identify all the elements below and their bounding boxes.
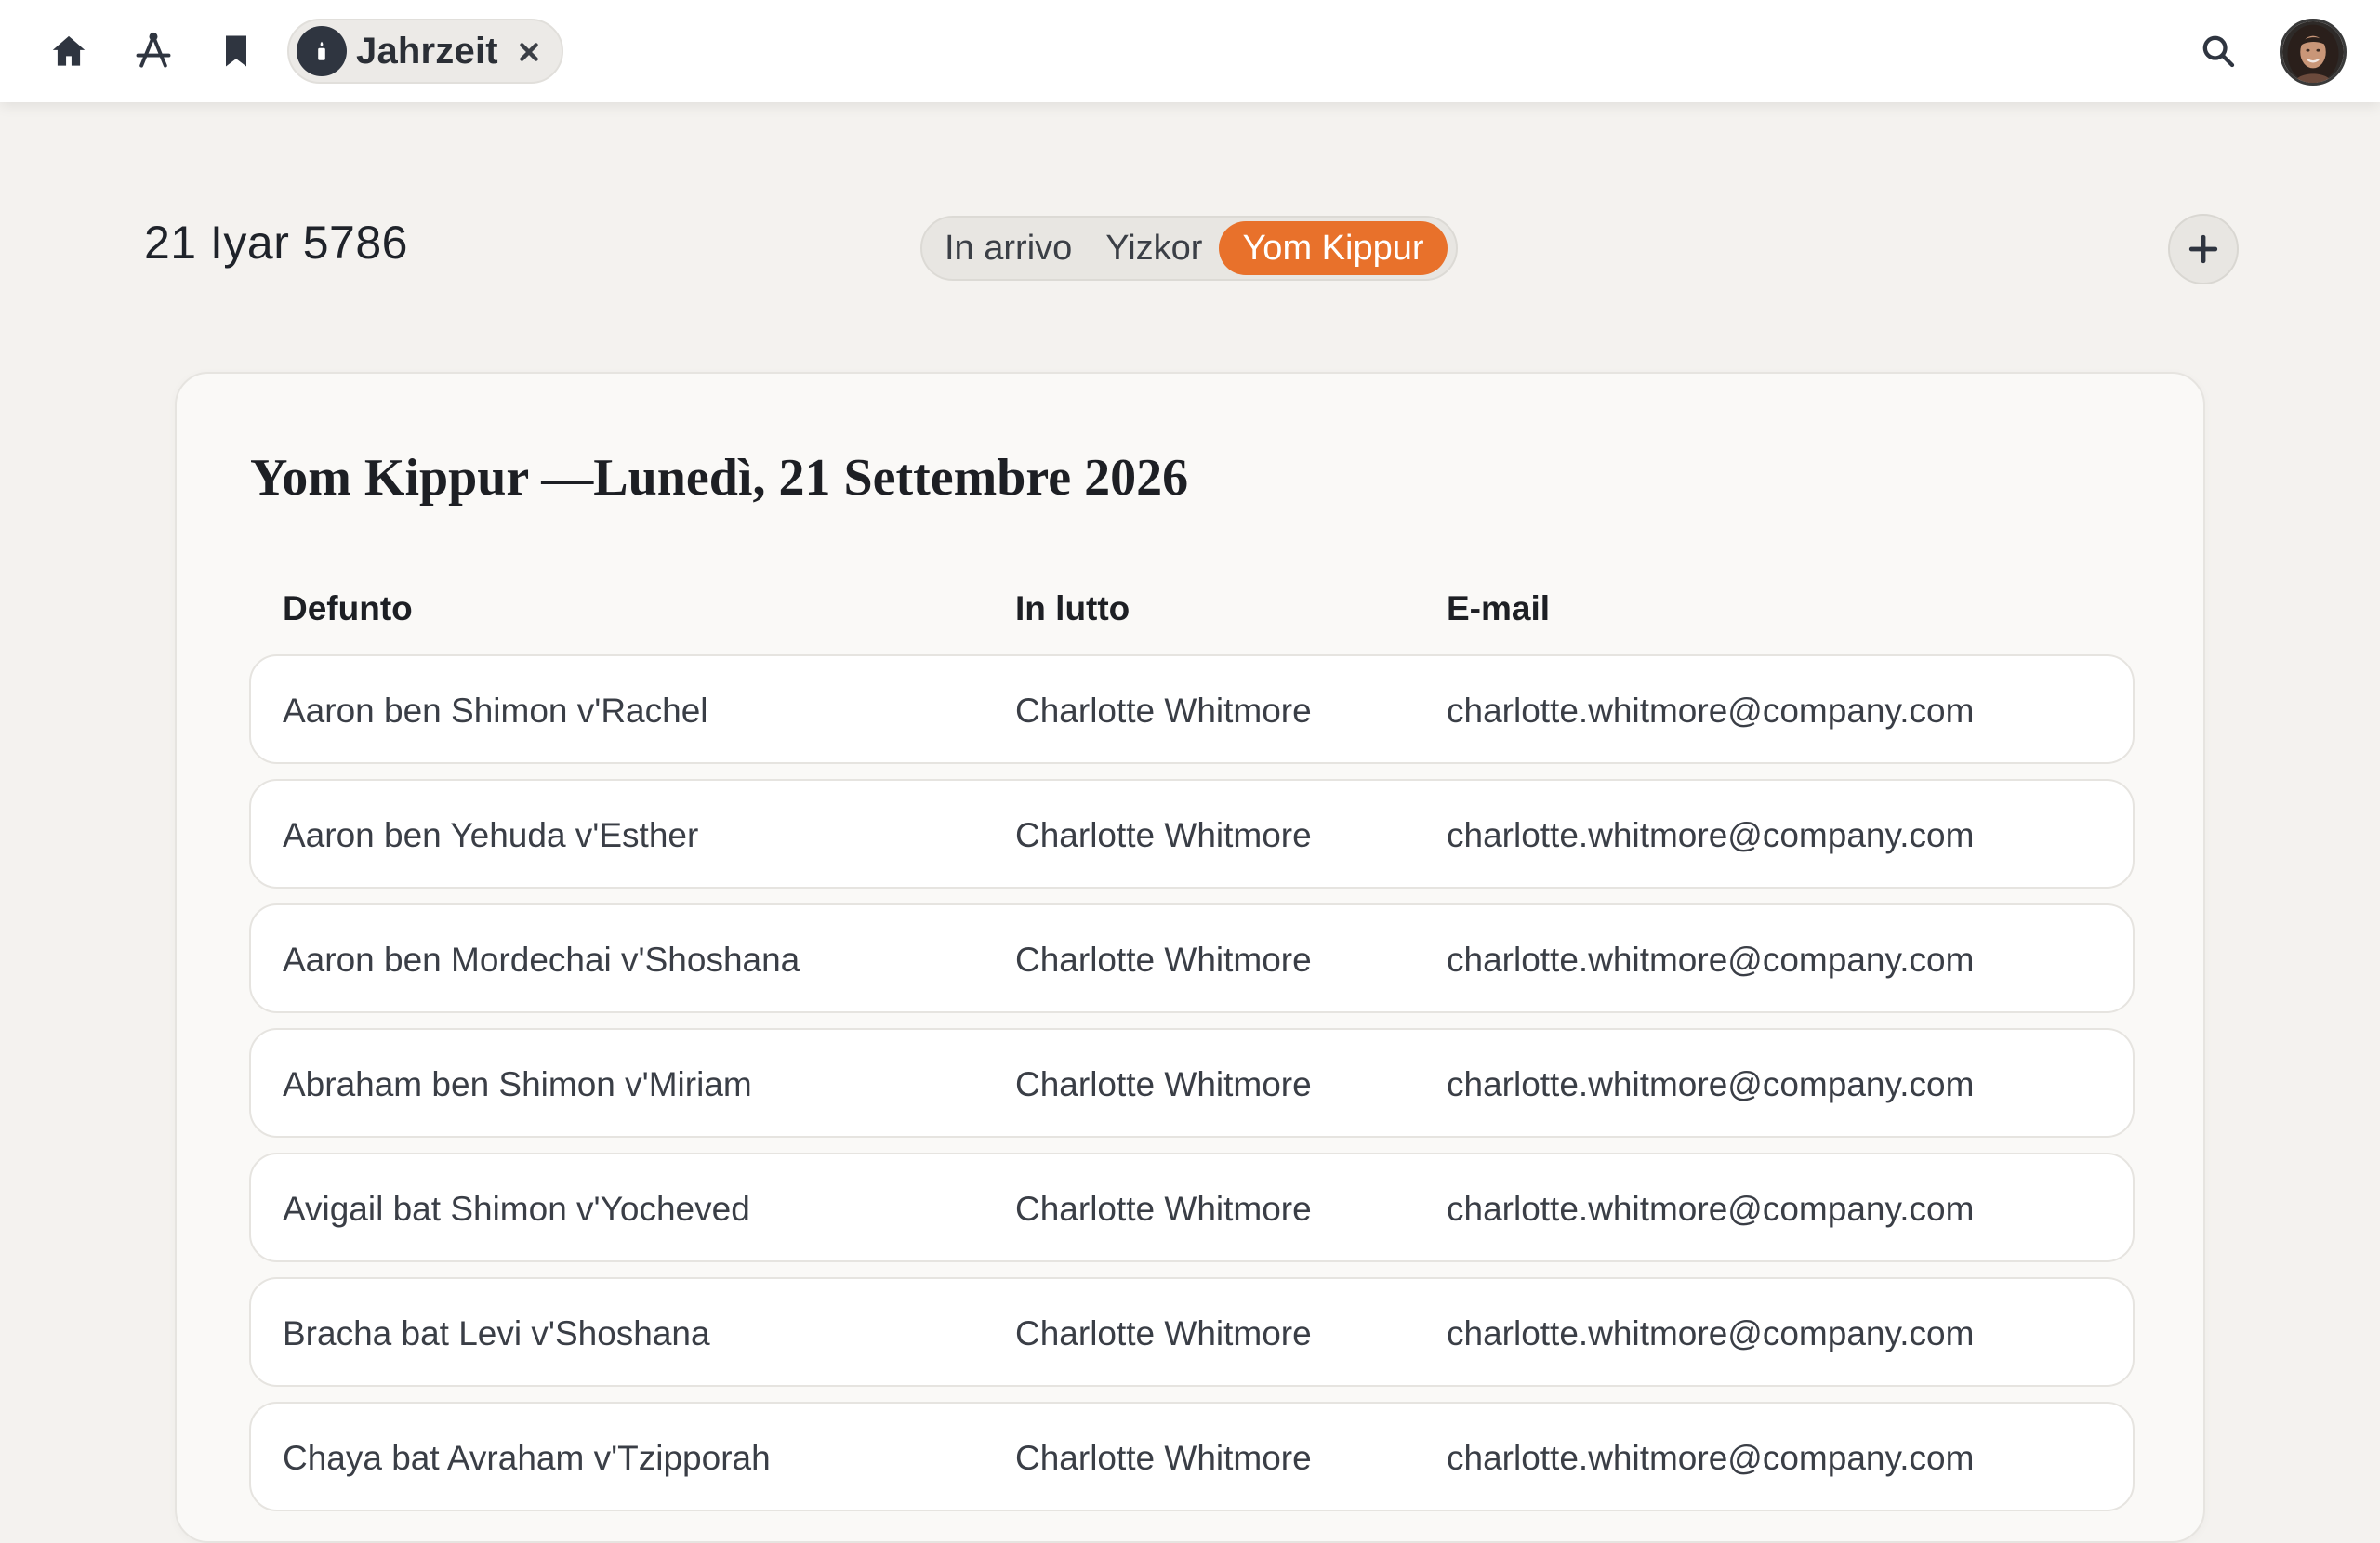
mourner-name: Charlotte Whitmore	[1015, 1190, 1312, 1228]
table-row[interactable]: Aaron ben Shimon v'Rachel Charlotte Whit…	[249, 654, 2135, 764]
mourner-name: Charlotte Whitmore	[1015, 1314, 1312, 1352]
deceased-name: Chaya bat Avraham v'Tzipporah	[283, 1439, 771, 1477]
column-header-in-lutto: In lutto	[1015, 589, 1130, 627]
table-row[interactable]: Avigail bat Shimon v'Yocheved Charlotte …	[249, 1153, 2135, 1262]
close-icon[interactable]	[513, 36, 545, 68]
yahrzeit-list-card: Yom Kippur —Lunedì, 21 Settembre 2026 De…	[175, 372, 2205, 1543]
mourner-name: Charlotte Whitmore	[1015, 692, 1312, 730]
table-row[interactable]: Chaya bat Avraham v'Tzipporah Charlotte …	[249, 1402, 2135, 1511]
top-navigation-bar: Jahrzeit	[0, 0, 2380, 102]
search-icon[interactable]	[2192, 25, 2244, 77]
mourner-email: charlotte.whitmore@company.com	[1447, 692, 1975, 730]
column-header-defunto: Defunto	[283, 589, 413, 627]
mourner-email: charlotte.whitmore@company.com	[1447, 816, 1975, 854]
mourner-email: charlotte.whitmore@company.com	[1447, 941, 1975, 979]
deceased-name: Avigail bat Shimon v'Yocheved	[283, 1190, 750, 1228]
add-button[interactable]	[2168, 214, 2239, 284]
plus-icon	[2188, 234, 2218, 264]
home-icon[interactable]	[43, 25, 95, 77]
table-row[interactable]: Aaron ben Mordechai v'Shoshana Charlotte…	[249, 903, 2135, 1013]
card-title: Yom Kippur —Lunedì, 21 Settembre 2026	[250, 449, 1189, 507]
mourner-email: charlotte.whitmore@company.com	[1447, 1439, 1975, 1477]
tab-yom-kippur[interactable]: Yom Kippur	[1219, 221, 1448, 275]
mourner-email: charlotte.whitmore@company.com	[1447, 1190, 1975, 1228]
hebrew-date: 21 Iyar 5786	[144, 217, 408, 269]
table-row[interactable]: Aaron ben Yehuda v'Esther Charlotte Whit…	[249, 779, 2135, 889]
mourner-name: Charlotte Whitmore	[1015, 941, 1312, 979]
table-row[interactable]: Abraham ben Shimon v'Miriam Charlotte Wh…	[249, 1028, 2135, 1138]
table-row[interactable]: Bracha bat Levi v'Shoshana Charlotte Whi…	[249, 1277, 2135, 1387]
active-app-pill[interactable]: Jahrzeit	[287, 19, 563, 84]
mourner-name: Charlotte Whitmore	[1015, 1439, 1312, 1477]
deceased-name: Abraham ben Shimon v'Miriam	[283, 1065, 752, 1103]
deceased-name: Bracha bat Levi v'Shoshana	[283, 1314, 710, 1352]
candle-icon	[297, 26, 347, 76]
table-header: Defunto In lutto E-mail	[283, 589, 2142, 636]
mourner-email: charlotte.whitmore@company.com	[1447, 1314, 1975, 1352]
mourner-name: Charlotte Whitmore	[1015, 816, 1312, 854]
column-header-email: E-mail	[1447, 589, 1551, 627]
app-name-label: Jahrzeit	[356, 30, 498, 72]
deceased-name: Aaron ben Mordechai v'Shoshana	[283, 941, 800, 979]
mourner-email: charlotte.whitmore@company.com	[1447, 1065, 1975, 1103]
deceased-name: Aaron ben Yehuda v'Esther	[283, 816, 699, 854]
tab-in-arrivo[interactable]: In arrivo	[928, 221, 1089, 275]
table-body: Aaron ben Shimon v'Rachel Charlotte Whit…	[249, 654, 2135, 1526]
compass-tool-icon[interactable]	[127, 25, 179, 77]
user-avatar[interactable]	[2280, 19, 2347, 86]
bookmark-icon[interactable]	[210, 25, 262, 77]
deceased-name: Aaron ben Shimon v'Rachel	[283, 692, 708, 730]
tab-yizkor[interactable]: Yizkor	[1089, 221, 1219, 275]
mourner-name: Charlotte Whitmore	[1015, 1065, 1312, 1103]
view-segmented-control: In arrivo Yizkor Yom Kippur	[920, 216, 1458, 281]
